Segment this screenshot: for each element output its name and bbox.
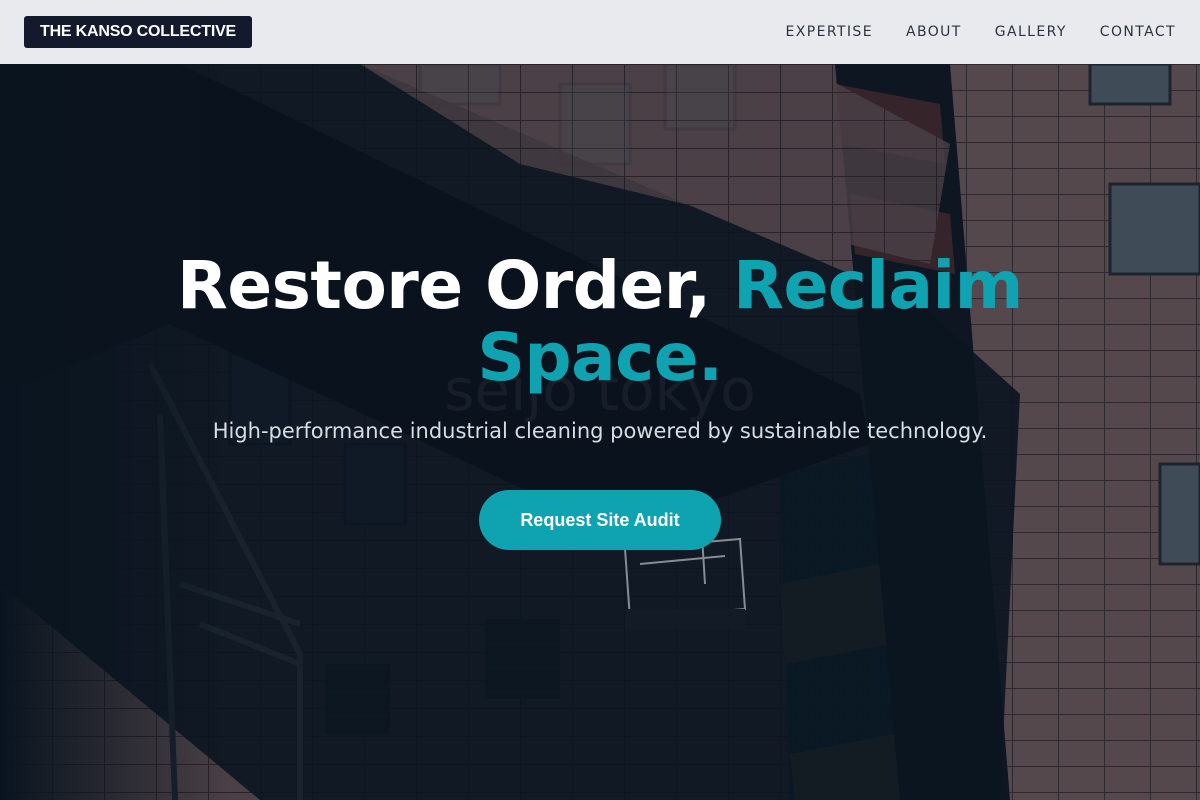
nav-link-contact[interactable]: CONTACT (1100, 24, 1176, 40)
main-nav: EXPERTISE ABOUT GALLERY CONTACT (786, 24, 1176, 40)
request-site-audit-button[interactable]: Request Site Audit (479, 490, 721, 550)
hero-headline: Restore Order, Reclaim Space. (100, 250, 1100, 394)
hero-subheadline: High-performance industrial cleaning pow… (212, 419, 988, 443)
nav-link-expertise[interactable]: EXPERTISE (786, 24, 873, 40)
site-header: THE KANSO COLLECTIVE EXPERTISE ABOUT GAL… (0, 0, 1200, 64)
nav-link-gallery[interactable]: GALLERY (995, 24, 1067, 40)
hero-content: Restore Order, Reclaim Space. High-perfo… (0, 64, 1200, 800)
headline-main-text: Restore Order, (177, 247, 711, 324)
nav-link-about[interactable]: ABOUT (906, 24, 962, 40)
brand-logo[interactable]: THE KANSO COLLECTIVE (24, 16, 253, 48)
